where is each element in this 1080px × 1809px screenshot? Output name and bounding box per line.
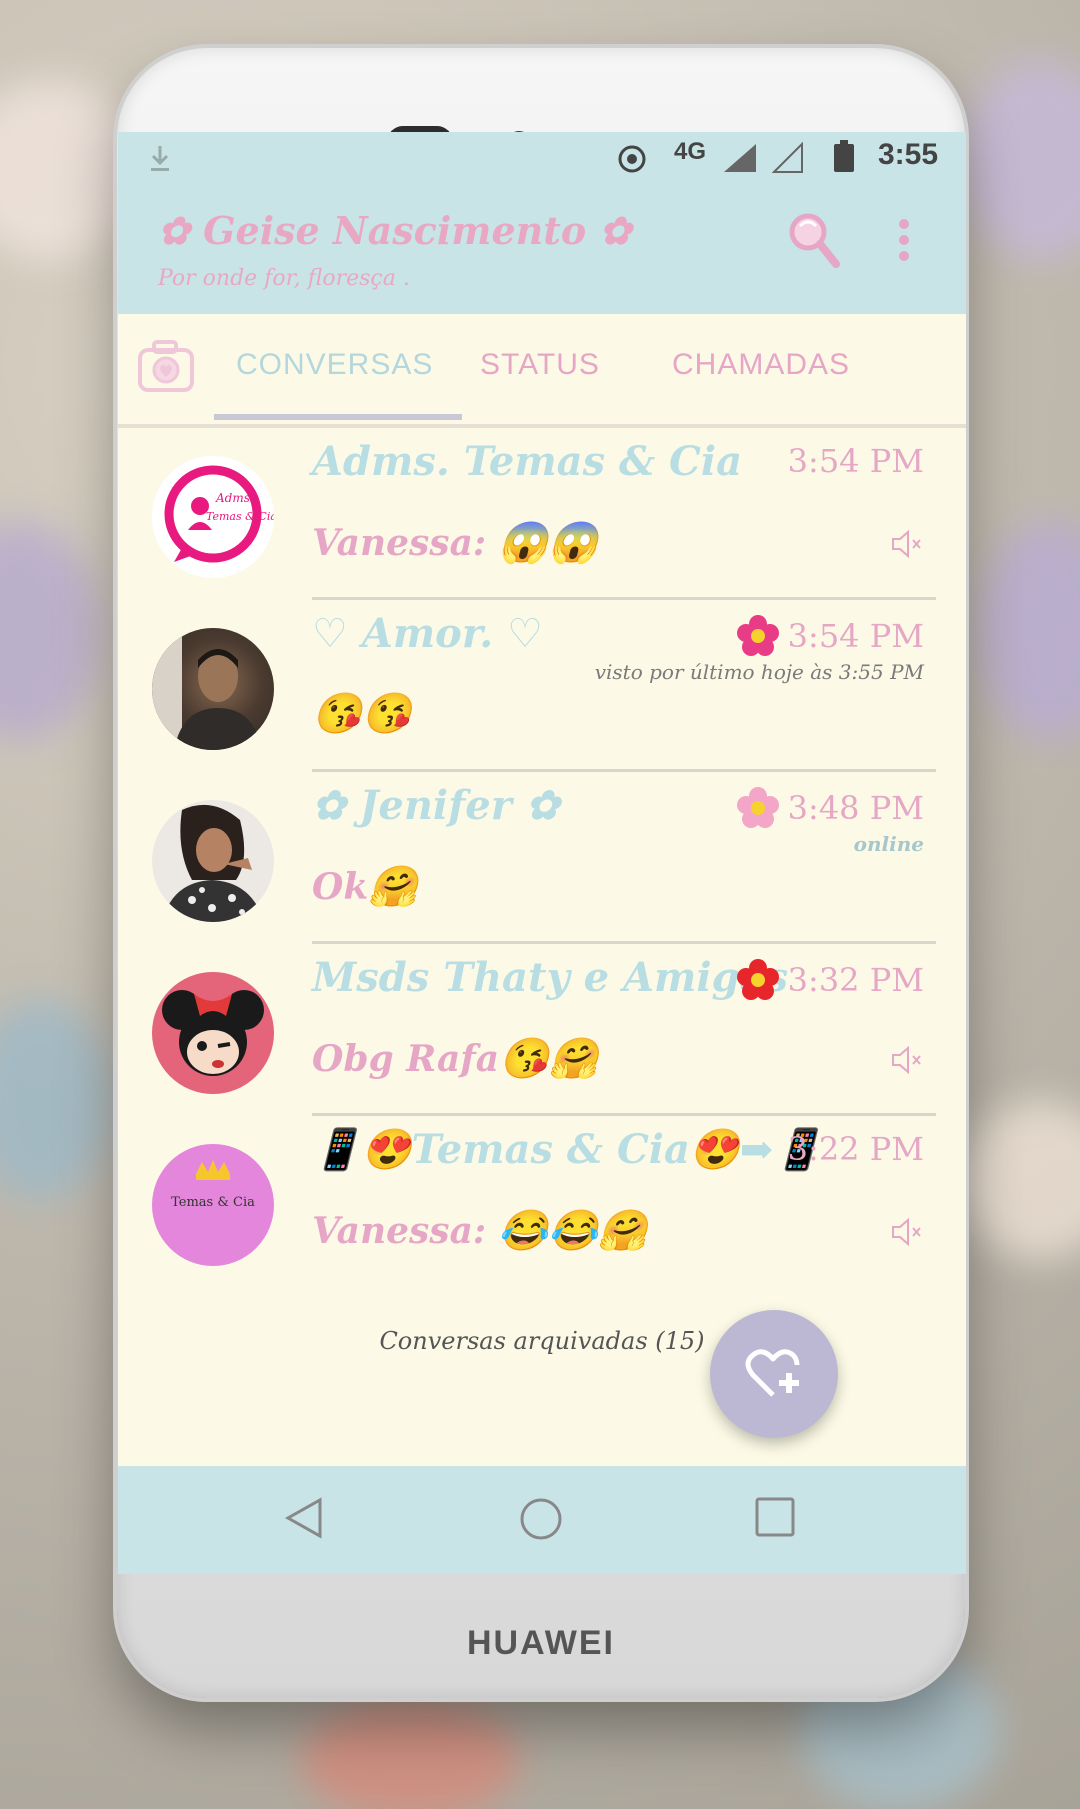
message-text: Ok [312, 866, 369, 908]
message-emojis: 😱😱 [498, 519, 598, 566]
status-bar: 4G 3:55 [118, 132, 966, 182]
chat-time: 3:32 PM [736, 958, 924, 1002]
chat-time: 3:54 PM [736, 614, 924, 658]
chat-time-text: 3:54 PM [787, 617, 924, 655]
clock: 3:55 [878, 138, 939, 171]
wallpaper-blob [980, 520, 1080, 740]
wallpaper-blob [0, 520, 100, 740]
recents-icon[interactable] [754, 1496, 796, 1538]
avatar [152, 628, 274, 750]
chat-row[interactable]: Adms Temas & Cia Adms. Temas & Cia 3:54 … [118, 428, 966, 600]
chat-time-text: 3:48 PM [787, 789, 924, 827]
chat-last-message: Vanessa: 😱😱 [312, 522, 598, 564]
profile-photo [152, 628, 262, 750]
flower-icon [736, 615, 779, 656]
last-seen: visto por último hoje às 3:55 PM [594, 660, 924, 684]
archived-chats-link[interactable]: Conversas arquivadas (15) [118, 1327, 966, 1355]
archived-label: Conversas arquivadas (15) [379, 1327, 705, 1355]
avatar [152, 800, 274, 922]
chat-time-text: 3:32 PM [787, 961, 924, 999]
muted-icon [892, 529, 921, 559]
avatar: Adms Temas & Cia [152, 456, 274, 578]
message-text: Obg Rafa [312, 1038, 500, 1080]
avatar-text: Adms [215, 491, 250, 505]
tab-chamadas[interactable]: CHAMADAS [672, 348, 850, 382]
download-icon [151, 146, 169, 171]
brand-area: HUAWEI [117, 1588, 965, 1698]
chat-time: 3:48 PM [736, 786, 924, 830]
message-sender: Vanessa: [312, 1210, 487, 1252]
chat-last-message: Obg Rafa 😘🤗 [312, 1038, 599, 1080]
wallpaper-blob [960, 1100, 1080, 1260]
chat-name: Adms. Temas & Cia [312, 438, 742, 485]
alarm-icon [618, 145, 646, 173]
message-emojis: 😘🤗 [499, 1035, 599, 1082]
flower-icon [736, 959, 779, 1000]
chat-row[interactable]: Temas & Cia 📱😍Temas & Cia😍➡📱 3:22 PM Van… [118, 1116, 966, 1288]
group-logo-icon: Adms Temas & Cia [155, 459, 274, 575]
chat-last-message: 😘😘 [312, 694, 412, 734]
chat-time: 3:54 PM [787, 442, 924, 480]
chat-last-message: Vanessa: 😂😂🤗 [312, 1210, 648, 1252]
chat-name: Msds Thaty e Amigas [312, 954, 788, 1001]
muted-icon [892, 1217, 921, 1247]
message-emojis: 😂😂🤗 [498, 1207, 648, 1254]
app-title: ✿ Geise Nascimento ✿ [158, 208, 632, 253]
back-icon[interactable] [284, 1496, 324, 1540]
more-menu-icon[interactable] [898, 218, 910, 262]
wallpaper-blob [300, 1700, 520, 1809]
online-status: online [853, 832, 924, 856]
app-bar: ✿ Geise Nascimento ✿ Por onde for, flore… [118, 182, 966, 314]
message-sender: Vanessa: [312, 522, 487, 564]
brand-logo: HUAWEI [467, 1623, 615, 1662]
chat-time: 3:22 PM [787, 1130, 924, 1168]
chat-row[interactable]: Msds Thaty e Amigas 3:32 PM Obg Rafa 😘🤗 [118, 944, 966, 1116]
tab-status[interactable]: STATUS [480, 348, 600, 382]
profile-photo [162, 804, 264, 922]
message-emojis: 🤗 [368, 863, 419, 910]
chat-name: ♡ Amor. ♡ [312, 610, 543, 657]
chat-row[interactable]: ✿ Jenifer ✿ 3:48 PM online Ok 🤗 [118, 772, 966, 944]
chat-last-message: Ok 🤗 [312, 866, 418, 908]
navigation-bar [118, 1466, 966, 1574]
signal-empty-icon [772, 142, 803, 173]
phone-screen: 4G 3:55 ✿ Geise Nascimento ✿ Por onde fo… [118, 132, 966, 1574]
heart-plus-icon [745, 1349, 800, 1397]
camera-icon[interactable] [138, 340, 194, 392]
avatar [152, 972, 274, 1094]
chat-name: ✿ Jenifer ✿ [312, 782, 560, 829]
tab-conversas[interactable]: CONVERSAS [236, 348, 433, 382]
tab-chamadas-label: CHAMADAS [672, 348, 851, 381]
flower-icon [736, 787, 779, 828]
wallpaper-blob [0, 1000, 110, 1200]
battery-icon [834, 140, 854, 172]
home-icon[interactable] [518, 1496, 564, 1542]
tab-bar: CONVERSAS STATUS CHAMADAS [118, 314, 966, 428]
chat-row[interactable]: ♡ Amor. ♡ 3:54 PM visto por último hoje … [118, 600, 966, 772]
new-chat-button[interactable] [710, 1310, 838, 1438]
minnie-icon [162, 990, 264, 1076]
tab-status-label: STATUS [480, 348, 600, 381]
group-logo-icon: Temas & Cia [171, 1160, 255, 1210]
signal-icon [724, 144, 756, 172]
tab-conversas-label: CONVERSAS [236, 348, 434, 381]
search-icon[interactable] [786, 210, 842, 270]
message-emojis: 😘😘 [312, 690, 412, 737]
avatar-text: Temas & Cia [206, 510, 274, 523]
avatar: Temas & Cia [152, 1144, 274, 1266]
tab-indicator [214, 414, 462, 420]
wallpaper-blob [960, 60, 1080, 260]
avatar-text: Temas & Cia [171, 1195, 255, 1210]
muted-icon [892, 1045, 921, 1075]
network-type: 4G [674, 138, 707, 165]
chat-name: 📱😍Temas & Cia😍➡📱 [312, 1126, 824, 1173]
app-subtitle: Por onde for, floresça . [158, 266, 410, 291]
